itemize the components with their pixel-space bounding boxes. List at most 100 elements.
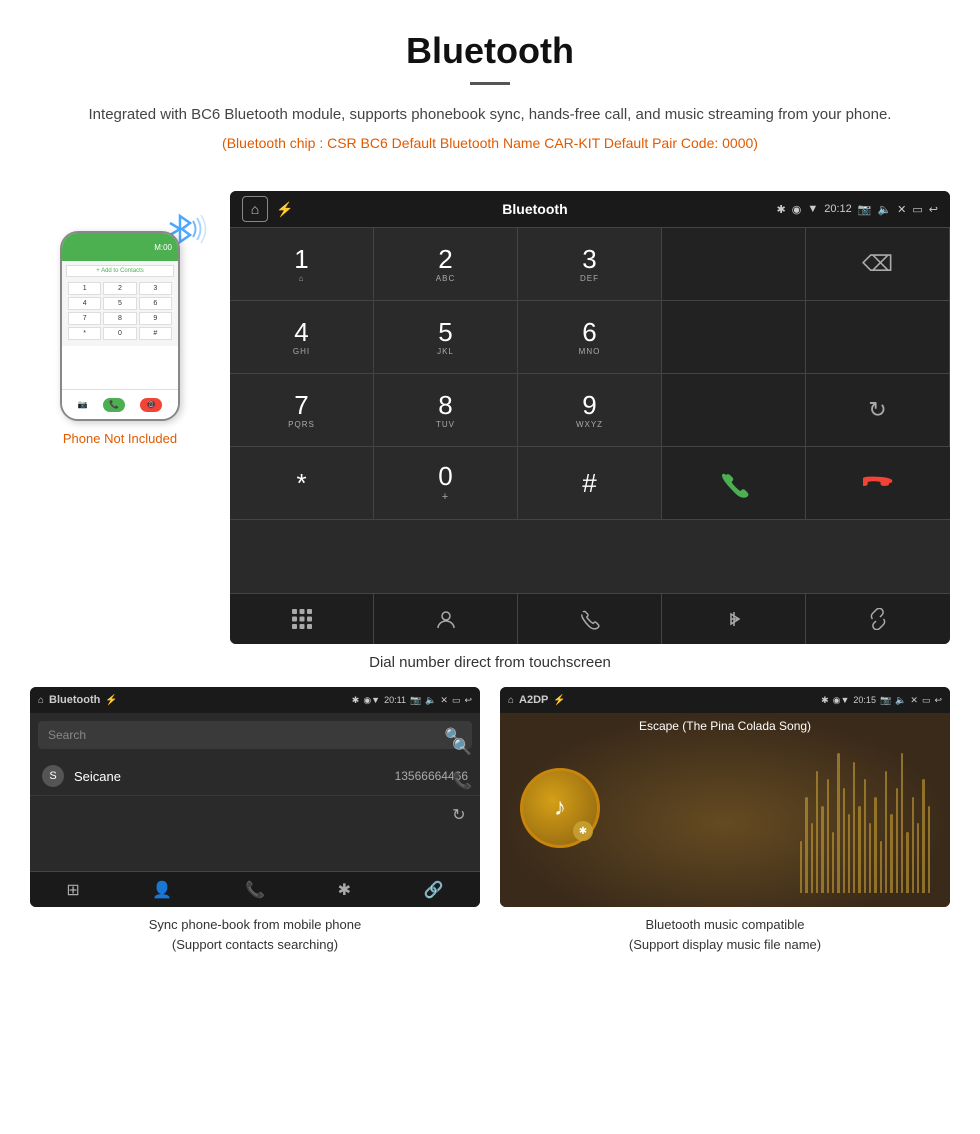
- phone-key: 4: [68, 297, 101, 310]
- dial-key-3[interactable]: 3 DEF: [518, 228, 662, 301]
- eq-bar: [858, 806, 860, 894]
- phone-key: 2: [103, 282, 136, 295]
- music-close-icon: ✕: [910, 695, 918, 706]
- dial-empty-3: [662, 374, 806, 447]
- dial-key-hash[interactable]: #: [518, 447, 662, 520]
- bluetooth-status-icon: ✱: [776, 203, 785, 216]
- dial-key-8[interactable]: 8 TUV: [374, 374, 518, 447]
- music-sb-right: ✱ ◉▼ 20:15 📷 🔈 ✕ ▭ ↩: [821, 695, 942, 706]
- action-bluetooth-toggle[interactable]: [662, 594, 806, 644]
- phone-camera-icon: 📷: [78, 400, 88, 409]
- music-signal: ◉▼: [833, 695, 850, 706]
- eq-bar: [837, 753, 839, 893]
- phone-key: 6: [139, 297, 172, 310]
- eq-bar: [917, 823, 919, 893]
- pb-usb-icon: ⚡: [105, 695, 117, 706]
- dialpad-grid: 1 ⌂ 2 ABC 3 DEF ⌫ 4 GHI 5 JKL: [230, 227, 950, 593]
- eq-bar: [832, 832, 834, 893]
- dial-call-red[interactable]: [806, 447, 950, 520]
- music-usb-icon: ⚡: [553, 695, 565, 706]
- music-home-icon: ⌂: [508, 695, 514, 706]
- phonebook-screen: ⌂ Bluetooth ⚡ ✱ ◉▼ 20:11 📷 🔈 ✕ ▭ ↩ Searc…: [30, 687, 480, 907]
- dial-key-0[interactable]: 0 +: [374, 447, 518, 520]
- pb-contacts-icon[interactable]: 👤: [152, 880, 172, 900]
- title-underline: [470, 82, 510, 85]
- eq-bar: [912, 797, 914, 893]
- pb-link-icon[interactable]: 🔗: [424, 880, 444, 900]
- next-button[interactable]: ⏭: [762, 904, 778, 907]
- action-contacts[interactable]: [374, 594, 518, 644]
- pb-win-icon: ▭: [452, 695, 461, 706]
- phone-endcall-button: 📵: [140, 398, 162, 412]
- phone-keypad: 1 2 3 4 5 6 7 8 9 * 0 #: [66, 280, 174, 342]
- dial-key-4[interactable]: 4 GHI: [230, 301, 374, 374]
- statusbar-left: ⌂ ⚡: [242, 196, 293, 222]
- eq-bar: [805, 797, 807, 893]
- dial-key-5[interactable]: 5 JKL: [374, 301, 518, 374]
- pb-bt-bottom-icon[interactable]: ✱: [338, 880, 351, 900]
- phone-key: 9: [139, 312, 172, 325]
- contact-entry[interactable]: S Seicane 13566664466: [30, 757, 480, 796]
- dial-key-star[interactable]: *: [230, 447, 374, 520]
- dial-call-green[interactable]: [662, 447, 806, 520]
- eq-bar: [922, 779, 924, 893]
- car-dial-screen: ⌂ ⚡ Bluetooth ✱ ◉ ▼ 20:12 📷 🔈 ✕ ▭ ↩ 1 ⌂: [230, 191, 950, 644]
- back-icon: ↩: [929, 203, 938, 216]
- action-call-log[interactable]: [518, 594, 662, 644]
- close-icon: ✕: [897, 203, 906, 216]
- volume-icon: 🔈: [877, 203, 891, 216]
- action-link[interactable]: [806, 594, 950, 644]
- music-inner: Escape (The Pina Colada Song) ♪ ✱ ⏮ ⏯ ⏭: [500, 713, 950, 907]
- dial-key-9[interactable]: 9 WXYZ: [518, 374, 662, 447]
- pb-statusbar-right: ✱ ◉▼ 20:11 📷 🔈 ✕ ▭ ↩: [352, 695, 472, 706]
- page-description: Integrated with BC6 Bluetooth module, su…: [80, 103, 900, 127]
- eq-bar: [848, 814, 850, 893]
- dial-key-2[interactable]: 2 ABC: [374, 228, 518, 301]
- dial-key-6[interactable]: 6 MNO: [518, 301, 662, 374]
- music-eq-bars: [800, 753, 930, 893]
- home-button[interactable]: ⌂: [242, 196, 268, 222]
- pb-vol-icon: 🔈: [425, 695, 436, 706]
- pb-back-icon: ↩: [464, 695, 472, 706]
- pb-close-icon: ✕: [440, 695, 448, 706]
- phonebook-search-bar[interactable]: Search 🔍: [38, 721, 472, 749]
- pb-search-right-icon[interactable]: 🔍: [452, 737, 472, 757]
- phone-call-button: 📞: [103, 398, 125, 412]
- dial-caption: Dial number direct from touchscreen: [0, 644, 980, 687]
- music-win-icon: ▭: [922, 695, 931, 706]
- dial-empty-1: [662, 301, 806, 374]
- music-cam-icon: 📷: [880, 695, 891, 706]
- eq-bar: [890, 814, 892, 893]
- phonebook-caption: Sync phone-book from mobile phone (Suppo…: [30, 907, 480, 958]
- eq-bar: [843, 788, 845, 893]
- action-dialpad[interactable]: [230, 594, 374, 644]
- phone-key: 3: [139, 282, 172, 295]
- dial-backspace[interactable]: ⌫: [806, 228, 950, 301]
- pb-calls-icon[interactable]: 📞: [245, 880, 265, 900]
- phone-screen: + Add to Contacts 1 2 3 4 5 6 7 8 9 * 0 …: [62, 261, 178, 346]
- dial-key-7[interactable]: 7 PQRS: [230, 374, 374, 447]
- play-pause-button[interactable]: ⏯: [718, 904, 732, 907]
- phone-add-contacts-label: + Add to Contacts: [66, 265, 174, 277]
- signal-icon: ▼: [807, 203, 818, 215]
- eq-bar: [874, 797, 876, 893]
- dial-key-1[interactable]: 1 ⌂: [230, 228, 374, 301]
- pb-refresh-right-icon[interactable]: ↻: [452, 805, 472, 825]
- phonebook-statusbar: ⌂ Bluetooth ⚡ ✱ ◉▼ 20:11 📷 🔈 ✕ ▭ ↩: [30, 687, 480, 713]
- dial-refresh[interactable]: ↻: [806, 374, 950, 447]
- phone-key: *: [68, 327, 101, 340]
- pb-statusbar-left: ⌂ Bluetooth ⚡: [38, 694, 118, 706]
- eq-bar: [906, 832, 908, 893]
- eq-bar: [827, 779, 829, 893]
- pb-dialpad-icon[interactable]: ⊞: [66, 880, 79, 900]
- pb-app-name: Bluetooth: [49, 694, 100, 706]
- usb-icon: ⚡: [276, 201, 293, 218]
- phone-key: 8: [103, 312, 136, 325]
- music-app-name: A2DP: [519, 694, 548, 706]
- eq-bar: [853, 762, 855, 893]
- eq-bar: [928, 806, 930, 894]
- phonebook-bottom-bar: ⊞ 👤 📞 ✱ 🔗: [30, 871, 480, 907]
- pb-call-right-icon[interactable]: 📞: [452, 771, 472, 791]
- pb-signal: ◉▼: [363, 695, 380, 706]
- prev-button[interactable]: ⏮: [672, 904, 688, 907]
